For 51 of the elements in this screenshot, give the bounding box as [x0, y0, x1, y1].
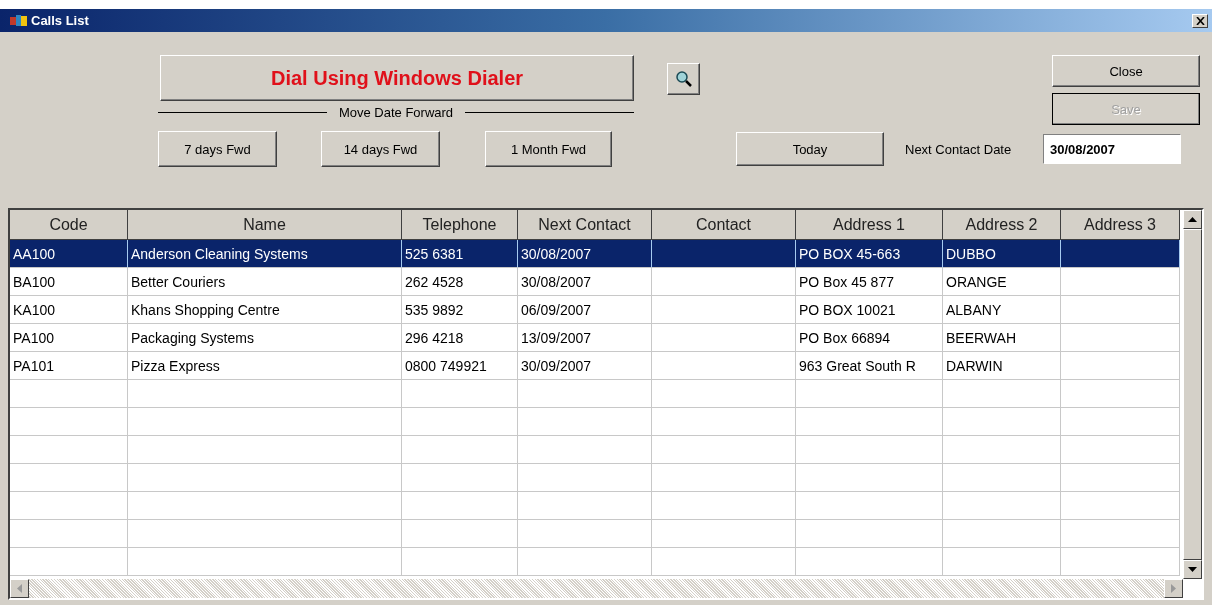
forward-button[interactable]: 7 days Fwd	[158, 131, 277, 167]
table-cell: 296 4218	[402, 324, 518, 352]
table-cell: 30/08/2007	[518, 268, 652, 296]
table-cell: 06/09/2007	[518, 296, 652, 324]
table-cell: PO BOX 10021	[796, 296, 943, 324]
table-cell: 30/08/2007	[518, 240, 652, 268]
table-cell: PO BOX 45-663	[796, 240, 943, 268]
table-cell: Anderson Cleaning Systems	[128, 240, 402, 268]
table-cell: 535 9892	[402, 296, 518, 324]
table-cell: Packaging Systems	[128, 324, 402, 352]
table-cell: PO Box 66894	[796, 324, 943, 352]
table-cell: ORANGE	[943, 268, 1061, 296]
window-title: Calls List	[31, 13, 90, 28]
today-button[interactable]: Today	[736, 132, 884, 166]
table-cell: 262 4528	[402, 268, 518, 296]
column-header[interactable]: Telephone	[402, 210, 518, 240]
table-cell: PA100	[10, 324, 128, 352]
column-header[interactable]: Address 2	[943, 210, 1061, 240]
close-icon[interactable]	[1192, 13, 1208, 28]
forward-button[interactable]: 1 Month Fwd	[485, 131, 612, 167]
table-cell: ALBANY	[943, 296, 1061, 324]
forward-button[interactable]: 14 days Fwd	[321, 131, 440, 167]
table-cell: DUBBO	[943, 240, 1061, 268]
table-cell: 30/09/2007	[518, 352, 652, 380]
table-cell: 0800 749921	[402, 352, 518, 380]
search-icon	[674, 70, 693, 88]
table-cell: Pizza Express	[128, 352, 402, 380]
field-label: Next Contact Date	[905, 141, 1013, 157]
table-cell: 525 6381	[402, 240, 518, 268]
table-cell: BA100	[10, 268, 128, 296]
table-cell: 13/09/2007	[518, 324, 652, 352]
table-cell: 963 Great South R	[796, 352, 943, 380]
table-cell: PO Box 45 877	[796, 268, 943, 296]
column-header[interactable]: Contact	[652, 210, 796, 240]
table-cell: AA100	[10, 240, 128, 268]
table-cell: Khans Shopping Centre	[128, 296, 402, 324]
table-cell: DARWIN	[943, 352, 1061, 380]
close-button[interactable]: Close	[1052, 55, 1200, 87]
column-header[interactable]: Address 3	[1061, 210, 1180, 240]
group-label: Move Date Forward	[338, 105, 454, 120]
app-icon	[10, 13, 28, 28]
table-cell: KA100	[10, 296, 128, 324]
search-button[interactable]	[667, 63, 700, 95]
column-header[interactable]: Address 1	[796, 210, 943, 240]
column-header[interactable]: Next Contact	[518, 210, 652, 240]
table-cell: BEERWAH	[943, 324, 1061, 352]
column-header[interactable]: Name	[128, 210, 402, 240]
table-cell: PA101	[10, 352, 128, 380]
table-cell: Better Couriers	[128, 268, 402, 296]
date-field[interactable]: 30/08/2007	[1043, 134, 1181, 164]
column-header[interactable]: Code	[10, 210, 128, 240]
